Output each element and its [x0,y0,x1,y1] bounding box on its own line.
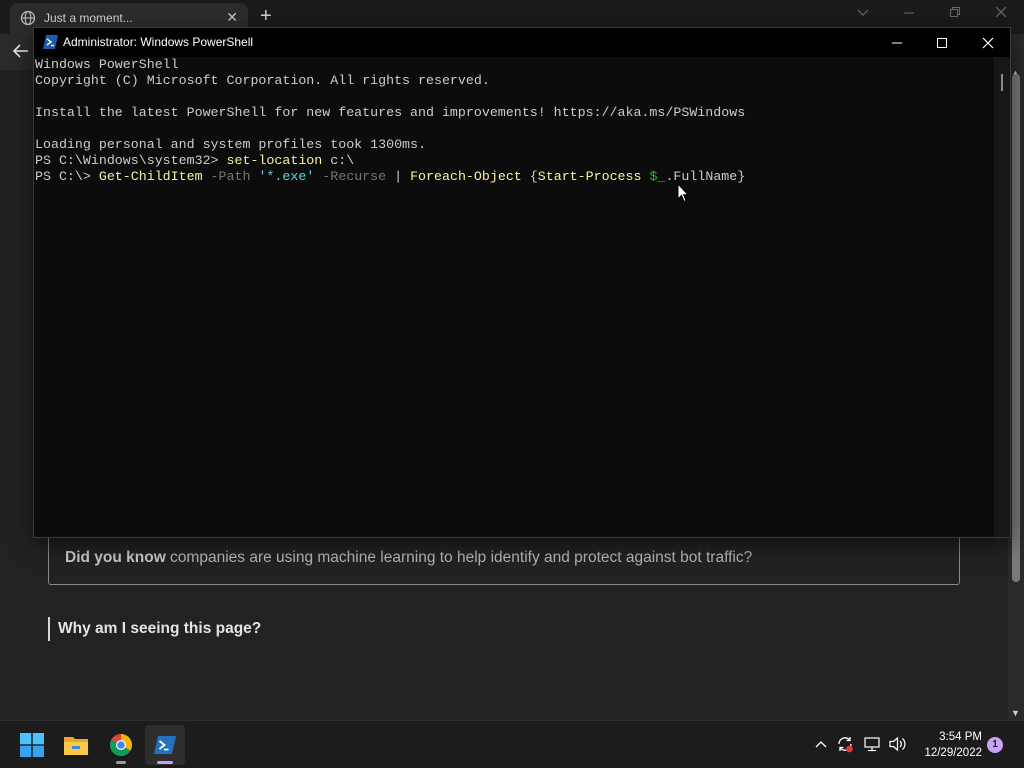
parameter-text: -Path [202,169,259,184]
powershell-icon [43,35,58,49]
command-text: Foreach-Object [410,169,522,184]
clock-date: 12/29/2022 [924,747,982,759]
close-button[interactable] [965,28,1011,57]
did-you-know-label: Did you know [65,549,166,566]
variable-text: $_ [649,169,666,184]
powershell-window: Administrator: Windows PowerShell Window… [33,27,1011,538]
command-text: set-location [226,153,323,168]
minimize-icon [892,42,902,43]
taskbar: 3:54 PM 12/29/2022 1 [0,720,1024,768]
browser-close-icon[interactable] [995,6,1007,21]
terminal-line: Loading personal and system profiles too… [35,137,426,152]
argument-text: c:\ [322,153,355,168]
sync-icon[interactable] [836,735,854,753]
pipe-text: | [386,169,411,184]
terminal-line: Copyright (C) Microsoft Corporation. All… [35,73,490,88]
mouse-cursor-icon [677,183,689,203]
parameter-text: -Recurse [314,169,387,184]
powershell-window-title: Administrator: Windows PowerShell [63,35,254,49]
globe-icon [20,10,36,26]
command-text: Get-ChildItem [98,169,203,184]
running-indicator [116,761,126,764]
did-you-know-box: Did you know companies are using machine… [48,534,960,585]
terminal-prompt-line: PS C:\Windows\system32> set-location c:\ [35,153,994,169]
why-heading-text: Why am I seeing this page? [58,620,262,637]
prompt-text: PS C:\> [35,169,99,184]
terminal-scrollbar-thumb[interactable] [1001,74,1003,91]
terminal-prompt-line: PS C:\> Get-ChildItem -Path '*.exe' -Rec… [35,169,994,185]
powershell-icon [154,736,176,754]
command-text: Start-Process [537,169,642,184]
browser-restore-icon[interactable] [949,6,961,21]
clock-time: 3:54 PM [939,731,982,743]
network-icon[interactable] [863,735,881,753]
minimize-button[interactable] [874,28,920,57]
chevron-up-icon[interactable] [814,739,828,749]
tab-title: Just a moment... [44,11,133,25]
notification-badge[interactable]: 1 [987,737,1003,753]
start-button[interactable] [12,725,52,765]
tab-close-icon[interactable]: ✕ [226,9,238,26]
new-tab-button[interactable]: + [260,6,272,26]
terminal-scrollbar[interactable] [994,57,1010,537]
string-text: '*.exe' [258,169,315,184]
maximize-button[interactable] [919,28,965,57]
chrome-icon [110,734,132,756]
brace-text: { [521,169,538,184]
back-arrow-icon[interactable] [12,42,30,60]
system-clock[interactable]: 3:54 PM 12/29/2022 [912,729,982,761]
terminal-line: Windows PowerShell [35,57,179,72]
scroll-down-icon[interactable]: ▼ [1011,708,1020,718]
powershell-titlebar[interactable]: Administrator: Windows PowerShell [34,28,1010,57]
page-scrollbar-thumb[interactable] [1012,74,1020,582]
terminal-line: Install the latest PowerShell for new fe… [35,105,746,120]
why-seeing-page-heading[interactable]: Why am I seeing this page? [48,617,261,641]
active-indicator [157,761,173,764]
property-text: .FullName} [665,169,746,184]
chrome-button[interactable] [101,725,141,765]
file-explorer-button[interactable] [56,725,96,765]
powershell-taskbar-button[interactable] [145,725,185,765]
windows-start-icon [20,733,44,757]
volume-icon[interactable] [888,735,908,753]
terminal-output[interactable]: Windows PowerShell Copyright (C) Microso… [34,57,994,537]
maximize-icon [937,37,947,48]
prompt-text: PS C:\Windows\system32> [35,153,227,168]
did-you-know-text: Did you know companies are using machine… [65,549,752,567]
close-icon [982,37,994,48]
did-you-know-body: companies are using machine learning to … [165,549,753,566]
tab-search-icon[interactable] [856,6,870,21]
browser-minimize-icon[interactable] [903,6,915,21]
file-explorer-icon [64,737,88,755]
